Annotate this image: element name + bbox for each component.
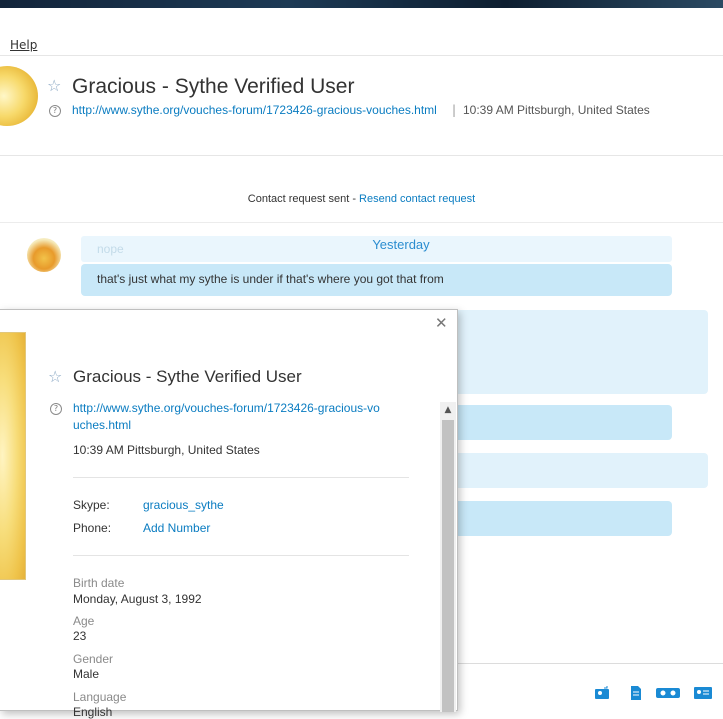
mood-link[interactable]: http://www.sythe.org/vouches-forum/17234… bbox=[72, 103, 437, 117]
send-file-icon[interactable] bbox=[628, 686, 644, 700]
gender-value: Male bbox=[73, 667, 100, 681]
profile-name: Gracious - Sythe Verified User bbox=[73, 367, 302, 386]
contact-profile-popup: ✕ ☆ Gracious - Sythe Verified User ? htt… bbox=[0, 309, 458, 719]
menu-help[interactable]: Help bbox=[10, 38, 37, 52]
divider bbox=[0, 222, 723, 223]
scroll-up-arrow-icon[interactable]: ▲ bbox=[440, 402, 456, 418]
add-number-link[interactable]: Add Number bbox=[143, 521, 210, 535]
date-divider: Yesterday bbox=[372, 237, 430, 252]
skype-name-value[interactable]: gracious_sythe bbox=[143, 498, 224, 512]
contact-name: Gracious - Sythe Verified User bbox=[72, 75, 355, 98]
mood-info-icon: ? bbox=[49, 105, 61, 117]
resend-contact-request-link[interactable]: Resend contact request bbox=[359, 193, 475, 205]
birth-date-value: Monday, August 3, 1992 bbox=[73, 592, 202, 606]
language-label: Language bbox=[73, 690, 127, 704]
window-top-strip bbox=[0, 0, 723, 8]
voicemail-icon[interactable] bbox=[656, 686, 680, 700]
profile-local-time-location: 10:39 AM Pittsburgh, United States bbox=[73, 443, 260, 457]
send-contact-icon[interactable] bbox=[594, 686, 610, 700]
age-label: Age bbox=[73, 614, 95, 628]
message-text: that's just what my sythe is under if th… bbox=[97, 272, 444, 286]
language-value: English bbox=[73, 705, 113, 719]
profile-mood-link[interactable]: http://www.sythe.org/vouches-forum/17234… bbox=[73, 400, 383, 434]
local-time-location: 10:39 AM Pittsburgh, United States bbox=[463, 103, 650, 117]
message-bubble[interactable]: that's just what my sythe is under if th… bbox=[81, 264, 672, 296]
age-value: 23 bbox=[73, 629, 87, 643]
chat-avatar[interactable] bbox=[27, 238, 61, 272]
favorite-star-icon[interactable]: ☆ bbox=[47, 76, 61, 95]
header-separator: | bbox=[452, 103, 457, 117]
favorite-star-icon[interactable]: ☆ bbox=[48, 367, 62, 386]
close-icon[interactable]: ✕ bbox=[435, 314, 448, 332]
birth-date-label: Birth date bbox=[73, 576, 125, 590]
skype-label: Skype: bbox=[73, 498, 110, 512]
menu-bar: Help bbox=[0, 36, 723, 56]
popup-scrollbar[interactable]: ▲ bbox=[440, 402, 456, 712]
divider bbox=[73, 477, 409, 478]
message-bubble-outgoing[interactable] bbox=[420, 310, 708, 394]
message-bubble-outgoing[interactable] bbox=[420, 453, 708, 488]
conversation-header: ☆ Gracious - Sythe Verified User ? http:… bbox=[0, 56, 723, 156]
contact-request-notice: Contact request sent - Resend contact re… bbox=[0, 193, 723, 205]
scroll-thumb[interactable] bbox=[442, 420, 454, 712]
phone-label: Phone: bbox=[73, 521, 112, 535]
mood-info-icon: ? bbox=[50, 403, 62, 415]
profile-picture bbox=[0, 332, 26, 580]
gender-label: Gender bbox=[73, 652, 114, 666]
contact-card-icon[interactable] bbox=[694, 686, 712, 700]
compose-toolbar bbox=[456, 663, 723, 711]
contact-request-status: Contact request sent - bbox=[247, 193, 360, 205]
contact-avatar[interactable] bbox=[0, 66, 38, 126]
divider bbox=[73, 555, 409, 556]
